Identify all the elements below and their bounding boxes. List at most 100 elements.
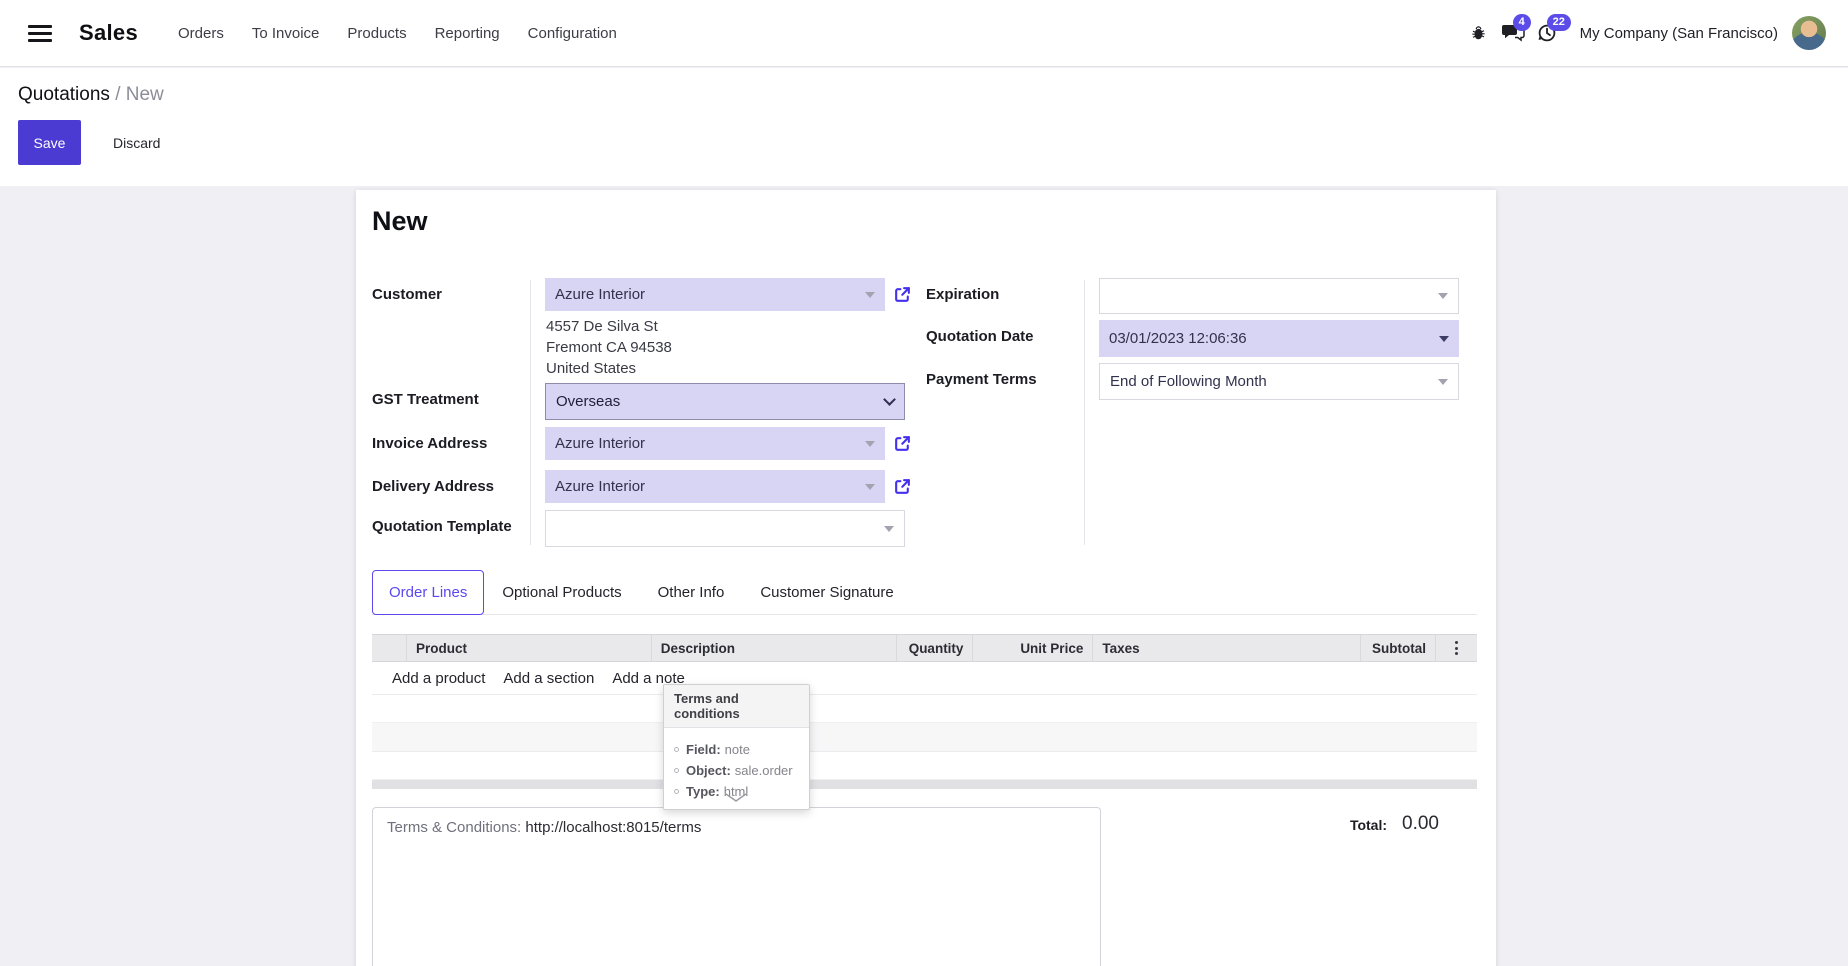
address-country: United States bbox=[546, 358, 912, 379]
column-description: Description bbox=[651, 635, 896, 661]
column-taxes: Taxes bbox=[1092, 635, 1360, 661]
tooltip-field-item: Field: note bbox=[674, 742, 799, 757]
app-title[interactable]: Sales bbox=[79, 20, 138, 46]
menu-reporting[interactable]: Reporting bbox=[421, 15, 514, 52]
invoice-address-label: Invoice Address bbox=[372, 427, 530, 460]
quotation-date-value: 03/01/2023 12:06:36 bbox=[1109, 330, 1247, 347]
gst-treatment-value: Overseas bbox=[556, 393, 620, 410]
quotation-date-field[interactable]: 03/01/2023 12:06:36 bbox=[1099, 320, 1459, 357]
horizontal-scrollbar[interactable] bbox=[372, 780, 1477, 789]
customer-row: Customer Azure Interior bbox=[372, 278, 926, 381]
terms-url: http://localhost:8015/terms bbox=[525, 819, 701, 836]
tab-order-lines[interactable]: Order Lines bbox=[372, 570, 484, 615]
chevron-down-icon bbox=[883, 393, 896, 406]
add-a-section-link[interactable]: Add a section bbox=[503, 670, 594, 687]
gst-treatment-row: GST Treatment Overseas bbox=[372, 383, 926, 420]
total-value: 0.00 bbox=[1402, 813, 1439, 835]
tooltip-object-item: Object: sale.order bbox=[674, 763, 799, 778]
expiration-row: Expiration bbox=[926, 278, 1480, 314]
invoice-address-row: Invoice Address Azure Interior bbox=[372, 427, 926, 460]
gst-treatment-label: GST Treatment bbox=[372, 383, 530, 420]
table-row bbox=[372, 723, 1477, 752]
breadcrumb-current: New bbox=[126, 84, 164, 105]
caret-down-icon bbox=[865, 484, 875, 490]
menu-orders[interactable]: Orders bbox=[164, 15, 238, 52]
menu-products[interactable]: Products bbox=[333, 15, 420, 52]
save-button[interactable]: Save bbox=[18, 120, 81, 165]
order-lines-header: Product Description Quantity Unit Price … bbox=[372, 634, 1477, 662]
main-menu: Orders To Invoice Products Reporting Con… bbox=[164, 15, 631, 52]
payment-terms-value: End of Following Month bbox=[1110, 373, 1267, 390]
address-city: Fremont CA 94538 bbox=[546, 337, 912, 358]
quotation-date-row: Quotation Date 03/01/2023 12:06:36 bbox=[926, 320, 1480, 357]
add-a-product-link[interactable]: Add a product bbox=[392, 670, 485, 687]
tab-optional-products[interactable]: Optional Products bbox=[484, 571, 639, 614]
total-label: Total: bbox=[1350, 817, 1387, 833]
column-quantity: Quantity bbox=[896, 635, 973, 661]
gst-treatment-select[interactable]: Overseas bbox=[545, 383, 905, 420]
delivery-address-external-link-icon[interactable] bbox=[893, 477, 912, 496]
notebook-tabs: Order Lines Optional Products Other Info… bbox=[372, 570, 1477, 615]
breadcrumb: Quotations / New bbox=[18, 84, 164, 106]
user-avatar[interactable] bbox=[1792, 16, 1826, 50]
activities-clock-icon[interactable]: 22 bbox=[1530, 17, 1564, 49]
row-handle-column bbox=[372, 635, 406, 661]
payment-terms-label: Payment Terms bbox=[926, 363, 1084, 400]
optional-columns-kebab-icon[interactable] bbox=[1435, 635, 1477, 661]
quotation-template-row: Quotation Template bbox=[372, 510, 926, 547]
action-buttons: Save Discard bbox=[18, 120, 166, 165]
form-left-column: Customer Azure Interior bbox=[372, 278, 926, 547]
menu-configuration[interactable]: Configuration bbox=[514, 15, 631, 52]
quotation-template-label: Quotation Template bbox=[372, 510, 530, 547]
column-subtotal: Subtotal bbox=[1360, 635, 1435, 661]
quotation-template-field[interactable] bbox=[545, 510, 905, 547]
customer-address: 4557 De Silva St Fremont CA 94538 United… bbox=[545, 311, 912, 381]
debug-bug-icon[interactable] bbox=[1462, 17, 1496, 49]
caret-down-icon bbox=[1439, 336, 1449, 342]
caret-down-icon bbox=[865, 441, 875, 447]
page: Sales Orders To Invoice Products Reporti… bbox=[0, 0, 1848, 966]
sheet-footer: Terms & Conditions: http://localhost:801… bbox=[372, 807, 1477, 966]
caret-down-icon bbox=[1438, 379, 1448, 385]
apps-menu-icon[interactable] bbox=[28, 25, 52, 42]
form-right-column: Expiration Quotation Date 03/01/ bbox=[926, 278, 1480, 547]
tooltip-chevron-down-icon bbox=[725, 790, 747, 808]
caret-down-icon bbox=[1438, 293, 1448, 299]
tooltip-title: Terms and conditions bbox=[664, 685, 809, 728]
tab-other-info[interactable]: Other Info bbox=[640, 571, 743, 614]
total-block: Total: 0.00 bbox=[1350, 807, 1439, 835]
control-panel: Quotations / New Save Discard bbox=[0, 68, 1848, 186]
company-switcher[interactable]: My Company (San Francisco) bbox=[1580, 25, 1778, 42]
discard-button[interactable]: Discard bbox=[107, 120, 166, 165]
delivery-address-field[interactable]: Azure Interior bbox=[545, 470, 885, 503]
invoice-address-external-link-icon[interactable] bbox=[893, 434, 912, 453]
invoice-address-field[interactable]: Azure Interior bbox=[545, 427, 885, 460]
menu-to-invoice[interactable]: To Invoice bbox=[238, 15, 334, 52]
tab-customer-signature[interactable]: Customer Signature bbox=[742, 571, 911, 614]
expiration-label: Expiration bbox=[926, 278, 1084, 314]
payment-terms-row: Payment Terms End of Following Month bbox=[926, 363, 1480, 400]
bullet-icon bbox=[674, 747, 679, 752]
column-unit-price: Unit Price bbox=[972, 635, 1092, 661]
breadcrumb-quotations[interactable]: Quotations bbox=[18, 84, 110, 105]
messages-icon[interactable]: 4 bbox=[1496, 17, 1530, 49]
customer-external-link-icon[interactable] bbox=[893, 285, 912, 304]
terms-label: Terms & Conditions: bbox=[387, 819, 521, 836]
expiration-field[interactable] bbox=[1099, 278, 1459, 314]
caret-down-icon bbox=[865, 292, 875, 298]
form-grid: Customer Azure Interior bbox=[356, 278, 1496, 547]
column-product: Product bbox=[406, 635, 651, 661]
payment-terms-field[interactable]: End of Following Month bbox=[1099, 363, 1459, 400]
table-row bbox=[372, 695, 1477, 723]
customer-field[interactable]: Azure Interior bbox=[545, 278, 885, 311]
messages-count-badge: 4 bbox=[1513, 14, 1531, 31]
delivery-address-row: Delivery Address Azure Interior bbox=[372, 470, 926, 503]
invoice-address-value: Azure Interior bbox=[555, 435, 645, 452]
order-lines-table: Product Description Quantity Unit Price … bbox=[372, 634, 1477, 789]
top-navbar: Sales Orders To Invoice Products Reporti… bbox=[0, 0, 1848, 67]
table-row: Add a product Add a section Add a note bbox=[372, 662, 1477, 695]
terms-and-conditions-field[interactable]: Terms & Conditions: http://localhost:801… bbox=[372, 807, 1101, 966]
record-title: New bbox=[372, 205, 1496, 237]
caret-down-icon bbox=[884, 526, 894, 532]
delivery-address-value: Azure Interior bbox=[555, 478, 645, 495]
